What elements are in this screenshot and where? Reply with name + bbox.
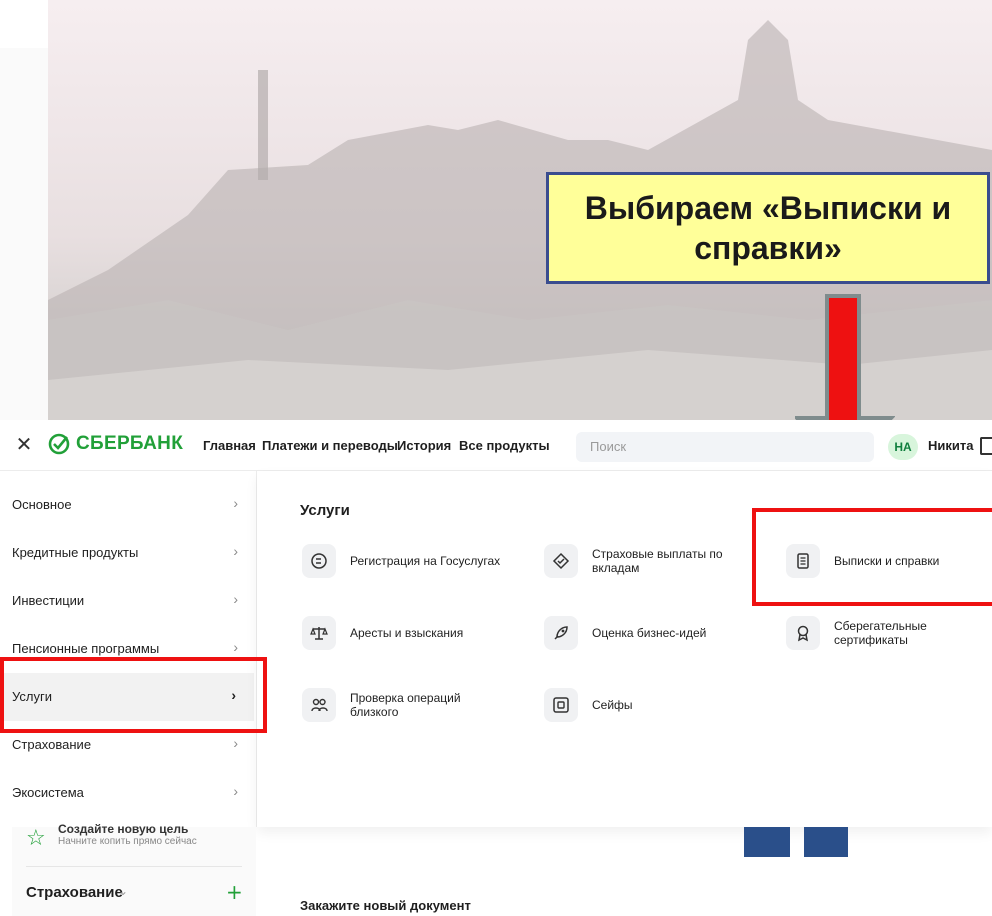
exit-icon[interactable] [980, 437, 992, 455]
sidebar-item-ecosystem[interactable]: Экосистема › [0, 769, 256, 817]
service-label: Проверка операций близкого [350, 691, 461, 719]
chevron-right-icon: › [233, 591, 238, 607]
instruction-callout: Выбираем «Выписки и справки» [546, 172, 990, 284]
service-arrests[interactable]: Аресты и взыскания [302, 616, 463, 650]
chevron-right-icon: › [233, 495, 238, 511]
sidebar-item-label: Основное [12, 497, 72, 512]
nav-payments[interactable]: Платежи и переводы [262, 438, 398, 453]
chevron-right-icon: › [233, 639, 238, 655]
sidebar-item-label: Страхование [12, 737, 92, 752]
illustration [744, 827, 848, 857]
avatar[interactable]: НА [888, 434, 918, 460]
highlight-services-menu [0, 657, 267, 733]
service-business-ideas[interactable]: Оценка бизнес-идей [544, 616, 706, 650]
service-label: Страховые выплаты по вкладам [592, 547, 723, 575]
panel-title: Услуги [300, 502, 350, 519]
sidebar-item-label: Инвестиции [12, 593, 85, 608]
service-insurance-payouts[interactable]: Страховые выплаты по вкладам [544, 544, 744, 578]
insurance-section-title[interactable]: Страхование [26, 884, 123, 901]
divider [26, 866, 242, 867]
search-input[interactable]: Поиск [576, 432, 874, 462]
service-certificates[interactable]: Сберегательные сертификаты [786, 616, 976, 650]
sidebar-item-credit[interactable]: Кредитные продукты › [0, 529, 256, 577]
people-icon [302, 688, 336, 722]
order-document-title: Закажите новый документ [300, 898, 471, 913]
sidebar-item-label: Кредитные продукты [12, 545, 139, 560]
service-label: Сейфы [592, 698, 633, 712]
service-label: Регистрация на Госуслугах [350, 554, 501, 568]
nav-all-products[interactable]: Все продукты [459, 438, 550, 453]
nav-history[interactable]: История [397, 438, 451, 453]
close-icon[interactable]: ✕ [12, 432, 36, 456]
star-icon: ☆ [26, 826, 46, 851]
goal-title[interactable]: Создайте новую цель [58, 822, 188, 836]
sidebar-item-investments[interactable]: Инвестиции › [0, 577, 256, 625]
callout-text: Выбираем «Выписки и справки» [584, 190, 952, 266]
rocket-icon [544, 616, 578, 650]
sberbank-logo[interactable]: СБЕРБАНК [48, 433, 183, 455]
service-label: Сберегательные сертификаты [834, 619, 927, 647]
add-icon[interactable]: + [226, 880, 243, 904]
user-name[interactable]: Никита [928, 438, 973, 453]
sidebar-item-main[interactable]: Основное › [0, 481, 256, 529]
service-check-operations[interactable]: Проверка операций близкого [302, 688, 492, 722]
service-label: Оценка бизнес-идей [592, 626, 707, 640]
safe-icon [544, 688, 578, 722]
chevron-right-icon: › [233, 783, 238, 799]
gosuslugi-icon [302, 544, 336, 578]
chevron-down-icon[interactable]: ⌄ [118, 884, 128, 898]
sidebar-menu: Основное › Кредитные продукты › Инвестиц… [0, 471, 257, 827]
logo-icon [48, 433, 70, 455]
sidebar-item-label: Экосистема [12, 785, 84, 800]
service-safes[interactable]: Сейфы [544, 688, 633, 722]
brand-name: СБЕРБАНК [76, 433, 184, 454]
chevron-right-icon: › [233, 543, 238, 559]
sidebar-item-label: Пенсионные программы [12, 641, 160, 656]
certificate-icon [786, 616, 820, 650]
left-margin [0, 48, 48, 428]
insurance-payout-icon [544, 544, 578, 578]
goal-subtitle: Начните копить прямо сейчас [58, 836, 197, 847]
search-placeholder: Поиск [590, 439, 627, 454]
service-gosuslugi[interactable]: Регистрация на Госуслугах [302, 544, 500, 578]
nav-main[interactable]: Главная [203, 438, 256, 453]
service-label: Аресты и взыскания [350, 626, 464, 640]
scales-icon [302, 616, 336, 650]
highlight-statements [752, 508, 992, 606]
chevron-right-icon: › [233, 735, 238, 751]
